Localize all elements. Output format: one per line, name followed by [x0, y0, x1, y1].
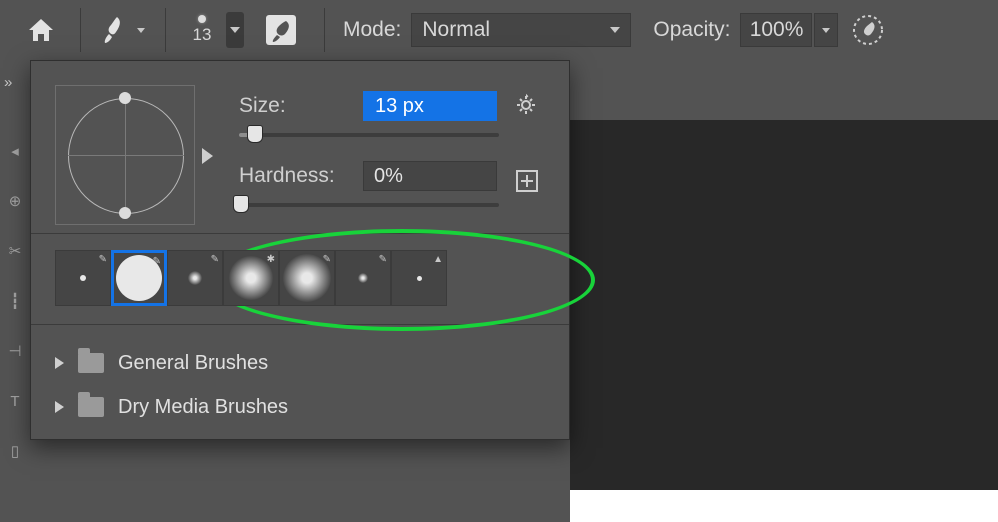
tool-item[interactable]: ┇	[4, 290, 26, 312]
options-bar: 13 Mode: Normal Opacity: 100%	[0, 0, 998, 60]
brush-preset[interactable]: ✎	[167, 250, 223, 306]
slider-thumb[interactable]	[233, 195, 249, 213]
hardness-input[interactable]: 0%	[363, 161, 497, 191]
tool-item[interactable]: ⊣	[4, 340, 26, 362]
tool-item[interactable]: T	[4, 390, 26, 412]
tool-preset-picker[interactable]	[93, 15, 153, 45]
folder-icon	[78, 397, 104, 417]
separator	[31, 324, 569, 325]
angle-handle[interactable]	[119, 92, 131, 104]
canvas-viewport[interactable]	[570, 120, 998, 490]
size-label: Size:	[239, 94, 363, 118]
size-input[interactable]: 13 px	[363, 91, 497, 121]
new-preset-button[interactable]	[513, 167, 541, 195]
tool-item[interactable]: ⊕	[4, 190, 26, 212]
brush-folder[interactable]: Dry Media Brushes	[55, 385, 547, 429]
brush-preset-popup: Size: 13 px Hardness: 0%	[30, 60, 570, 440]
tools-panel: ◂ ⊕ ✂ ┇ ⊣ T ▯	[0, 116, 30, 462]
folder-icon	[78, 353, 104, 373]
blend-mode-value: Normal	[422, 18, 490, 42]
brush-settings-button[interactable]	[260, 9, 302, 51]
expand-arrow-icon	[55, 401, 64, 413]
opacity-value: 100%	[750, 18, 804, 42]
tool-item[interactable]: ▯	[4, 440, 26, 462]
collapse-panels-button[interactable]: »	[0, 70, 30, 94]
pressure-opacity-button[interactable]	[848, 10, 888, 50]
size-slider[interactable]	[239, 133, 499, 137]
brush-preset[interactable]: ✎	[111, 250, 167, 306]
brush-preset-picker[interactable]: 13	[178, 12, 244, 48]
hardness-label: Hardness:	[239, 164, 363, 188]
brush-preset[interactable]: ✎	[279, 250, 335, 306]
slider-thumb[interactable]	[247, 125, 263, 143]
brush-preset[interactable]: ✱	[223, 250, 279, 306]
recent-brushes: ✎ ✎ ✎ ✱ ✎ ✎ ▲	[55, 250, 547, 306]
brush-preset[interactable]: ✎	[55, 250, 111, 306]
chevron-down-icon	[137, 28, 145, 33]
blend-mode-select[interactable]: Normal	[411, 13, 631, 47]
opacity-label: Opacity:	[653, 18, 730, 42]
folder-label: Dry Media Brushes	[118, 396, 288, 419]
divider	[165, 8, 166, 52]
divider	[80, 8, 81, 52]
chevron-down-icon	[610, 27, 620, 33]
tool-item[interactable]: ◂	[4, 140, 26, 162]
tool-item[interactable]: ✂	[4, 240, 26, 262]
brush-folder[interactable]: General Brushes	[55, 341, 547, 385]
divider	[324, 8, 325, 52]
opacity-dropdown[interactable]	[814, 13, 838, 47]
home-button[interactable]	[14, 0, 68, 60]
panel-menu-button[interactable]	[513, 91, 541, 119]
angle-handle[interactable]	[119, 207, 131, 219]
folder-label: General Brushes	[118, 352, 268, 375]
brush-angle-widget[interactable]	[55, 85, 195, 225]
brush-size-number: 13	[193, 25, 212, 45]
direction-arrow-icon	[202, 148, 213, 164]
hardness-slider[interactable]	[239, 203, 499, 207]
brush-tip-preview-icon	[198, 15, 206, 23]
brush-picker-dropdown[interactable]	[226, 12, 244, 48]
expand-arrow-icon	[55, 357, 64, 369]
brush-preset[interactable]: ▲	[391, 250, 447, 306]
mode-label: Mode:	[343, 18, 401, 42]
opacity-input[interactable]: 100%	[740, 13, 812, 47]
brush-preset[interactable]: ✎	[335, 250, 391, 306]
separator	[31, 233, 569, 234]
document-canvas[interactable]	[570, 490, 998, 522]
